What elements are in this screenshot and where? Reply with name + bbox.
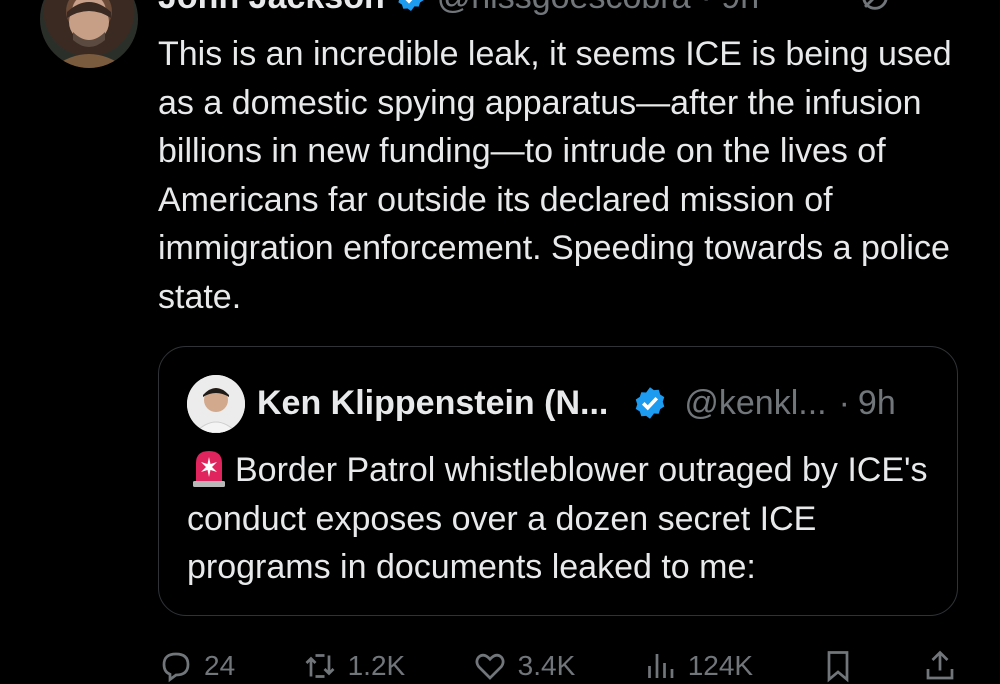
reply-icon	[162, 652, 190, 683]
repost-button[interactable]: 1.2K	[302, 648, 406, 684]
bookmark-icon	[827, 651, 848, 683]
reply-count: 24	[204, 650, 236, 681]
header-actions	[858, 0, 960, 14]
tweet-text: This is an incredible leak, it seems ICE…	[158, 35, 952, 316]
share-button[interactable]	[922, 648, 958, 684]
separator-dot: ·	[838, 383, 850, 422]
quoted-tweet-time[interactable]: 9h	[858, 384, 896, 423]
quoted-tweet-text: Border Patrol whistleblower outraged by …	[187, 451, 928, 586]
more-options-icon[interactable]	[926, 0, 960, 14]
like-count: 3.4K	[517, 650, 576, 681]
author-handle[interactable]: @hissgoescobra	[437, 0, 691, 17]
grok-icon[interactable]	[858, 0, 892, 14]
verified-badge-icon	[636, 387, 665, 419]
quoted-tweet-card[interactable]: Ken Klippenstein (N... @kenkl... · 9h Bo…	[158, 346, 958, 616]
tweet-header: John Jackson @hissgoescobra · 9h	[158, 0, 759, 16]
repost-icon	[305, 654, 335, 678]
author-name[interactable]: John Jackson	[158, 0, 385, 17]
quoted-avatar-image	[187, 375, 245, 433]
bookmark-button[interactable]	[820, 648, 856, 684]
verified-badge-icon	[398, 0, 424, 11]
like-button[interactable]: 3.4K	[472, 648, 576, 684]
quoted-author-avatar[interactable]	[187, 375, 245, 433]
quoted-author-handle[interactable]: @kenkl...	[684, 384, 826, 423]
reply-button[interactable]: 24	[158, 648, 235, 684]
quoted-tweet-header: Ken Klippenstein (N... @kenkl... · 9h	[257, 383, 896, 423]
repost-count: 1.2K	[347, 650, 406, 681]
view-count: 124K	[687, 650, 754, 681]
share-icon	[926, 650, 954, 680]
views-icon	[647, 654, 674, 678]
heart-icon	[475, 653, 505, 680]
author-avatar[interactable]	[40, 0, 138, 68]
tweet-actions-bar: 24 1.2K 3.4K 124K	[158, 648, 958, 684]
tweet-time[interactable]: · 9h	[701, 0, 760, 17]
quoted-author-name[interactable]: Ken Klippenstein (N...	[257, 384, 608, 423]
avatar-image	[52, 2, 126, 68]
quoted-tweet-text-block: Border Patrol whistleblower outraged by …	[187, 445, 947, 592]
rotating-light-icon	[193, 451, 225, 487]
views-button[interactable]: 124K	[642, 648, 753, 684]
